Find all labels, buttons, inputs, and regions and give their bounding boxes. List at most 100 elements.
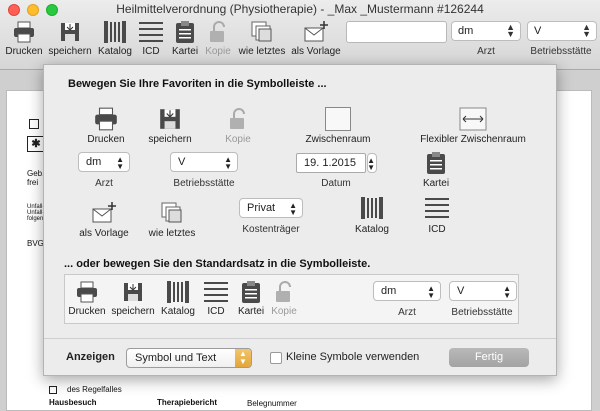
updown-chevron-icon: ▲ ▼ xyxy=(506,22,515,39)
updown-chevron-icon: ▲ ▼ xyxy=(503,284,511,300)
palette-item-label: Zwischenraum xyxy=(305,134,371,145)
palette-icd-item[interactable]: ICD xyxy=(420,195,454,235)
display-mode-select[interactable]: Symbol und Text ▲ ▼ xyxy=(126,348,252,368)
palette-flexible-space-item[interactable]: Flexibler Zwischenraum xyxy=(416,107,530,145)
printer-icon xyxy=(14,21,34,43)
palette-item-label: Flexibler Zwischenraum xyxy=(420,134,526,145)
palette-copy-item[interactable]: Kopie xyxy=(220,107,256,145)
palette-facility-label: Betriebsstätte xyxy=(173,178,235,189)
palette-item-label: speichern xyxy=(148,134,192,145)
lock-icon xyxy=(210,21,225,42)
stepper-icon: ▲ ▼ xyxy=(367,156,375,172)
toolbar-search-field[interactable] xyxy=(346,21,447,43)
updown-chevron-icon: ▲ ▼ xyxy=(224,155,232,171)
stack-icon xyxy=(161,202,182,223)
flexible-space-icon xyxy=(459,107,487,131)
palette-item-label: Drucken xyxy=(87,134,125,145)
palette-item-label: als Vorlage xyxy=(79,228,129,239)
default-item-label: speichern xyxy=(111,306,155,317)
select-value: dm xyxy=(86,156,102,168)
toolbar-template-button[interactable]: als Vorlage xyxy=(290,20,342,57)
display-mode-value: Symbol und Text xyxy=(135,352,217,364)
default-doctor-select: dm ▲ ▼ xyxy=(373,281,441,301)
updown-chevron-icon: ▲ ▼ xyxy=(582,22,591,39)
toolbar-save-button[interactable]: speichern xyxy=(46,20,94,57)
printer-icon xyxy=(77,281,97,303)
stack-icon xyxy=(251,21,272,42)
palette-kartei-item[interactable]: Kartei xyxy=(416,151,456,189)
doctor-select-value: dm xyxy=(458,25,474,37)
save-icon xyxy=(124,283,142,301)
default-copy-item: Kopie xyxy=(269,280,299,317)
toolbar-item-label: speichern xyxy=(48,46,92,57)
window-title: Heilmittelverordnung (Physiotherapie) - … xyxy=(116,2,484,16)
toolbar-item-label: Kopie xyxy=(205,46,231,57)
toolbar-item-label: Katalog xyxy=(98,46,132,57)
default-icd-item: ICD xyxy=(199,280,233,317)
date-stepper[interactable]: ▲ ▼ xyxy=(367,153,377,173)
palette-template-item[interactable]: als Vorlage xyxy=(74,201,134,239)
updown-chevron-icon: ▲ ▼ xyxy=(289,201,297,217)
customize-toolbar-sheet: Bewegen Sie Ihre Favoriten in die Symbol… xyxy=(43,64,557,376)
document-field-label: des Regelfalles xyxy=(67,385,122,394)
palette-print-item[interactable]: Drucken xyxy=(82,107,130,145)
default-kartei-item: Kartei xyxy=(235,280,267,317)
toolbar-copy-button[interactable]: Kopie xyxy=(204,20,232,57)
toolbar-item-label: als Vorlage xyxy=(291,46,341,57)
toolbar-kartei-button[interactable]: Kartei xyxy=(170,20,200,57)
toolbar-print-button[interactable]: Drucken xyxy=(4,20,44,57)
list-icon xyxy=(139,22,163,42)
done-button[interactable]: Fertig xyxy=(449,348,529,367)
palette-date-label: Datum xyxy=(321,178,351,189)
default-set-heading: ... oder bewegen Sie den Standardsatz in… xyxy=(64,258,371,270)
default-set-toolbar[interactable]: Drucken speichern Katalog ICD Kartei Kop… xyxy=(64,274,519,324)
palette-space-item[interactable]: Zwischenraum xyxy=(300,107,376,145)
catalog-icon xyxy=(167,281,189,303)
toolbar-facility-select[interactable]: V ▲ ▼ xyxy=(527,21,597,41)
clipboard-icon xyxy=(242,281,260,303)
palette-doctor-select[interactable]: dm ▲ ▼ xyxy=(78,152,130,172)
default-item-label: ICD xyxy=(207,306,225,317)
select-value: dm xyxy=(381,285,397,297)
default-item-label: Kopie xyxy=(271,306,297,317)
toolbar-icd-button[interactable]: ICD xyxy=(137,20,165,57)
save-icon xyxy=(61,23,79,41)
sheet-divider xyxy=(44,338,556,339)
default-facility-select: V ▲ ▼ xyxy=(449,281,517,301)
clipboard-icon xyxy=(427,152,445,174)
palette-item-label: wie letztes xyxy=(148,228,196,239)
palette-payer-select[interactable]: Privat ▲ ▼ xyxy=(239,198,303,218)
palette-item-label: ICD xyxy=(428,224,446,235)
palette-payer-label: Kostenträger xyxy=(242,224,300,235)
document-field-label: Belegnummer xyxy=(247,399,297,408)
default-item-label: Kartei xyxy=(237,306,265,317)
small-icons-checkbox[interactable] xyxy=(270,352,282,364)
doctor-label: Arzt xyxy=(477,46,495,57)
document-field-label: Hausbesuch xyxy=(49,398,97,407)
save-icon xyxy=(160,109,180,129)
default-print-item: Drucken xyxy=(67,280,107,317)
toolbar-item-label: Kartei xyxy=(171,46,199,57)
palette-item-label: Kopie xyxy=(225,134,251,145)
palette-doctor-label: Arzt xyxy=(95,178,113,189)
palette-facility-select[interactable]: V ▲ ▼ xyxy=(170,152,238,172)
toolbar-item-label: wie letztes xyxy=(238,46,286,57)
small-icons-label: Kleine Symbole verwenden xyxy=(286,351,420,363)
list-icon xyxy=(204,282,228,302)
lock-icon xyxy=(276,281,291,302)
palette-date-field[interactable]: 19. 1.2015 xyxy=(296,153,366,173)
palette-repeat-last-item[interactable]: wie letztes xyxy=(144,201,200,239)
toolbar-catalog-button[interactable]: Katalog xyxy=(97,20,133,57)
palette-save-item[interactable]: speichern xyxy=(142,107,198,145)
display-mode-label: Anzeigen xyxy=(66,351,115,363)
palette-item-label: Kartei xyxy=(422,178,450,189)
toolbar-repeat-last-button[interactable]: wie letztes xyxy=(237,20,287,57)
palette-catalog-item[interactable]: Katalog xyxy=(350,195,394,235)
printer-icon xyxy=(95,107,117,131)
document-checkbox[interactable] xyxy=(49,386,57,394)
toolbar-item-label: ICD xyxy=(142,46,160,57)
toolbar-doctor-select[interactable]: dm ▲ ▼ xyxy=(451,21,521,41)
select-value: V xyxy=(457,285,465,297)
toolbar-item-label: Drucken xyxy=(5,46,43,57)
select-value: Privat xyxy=(247,202,276,214)
